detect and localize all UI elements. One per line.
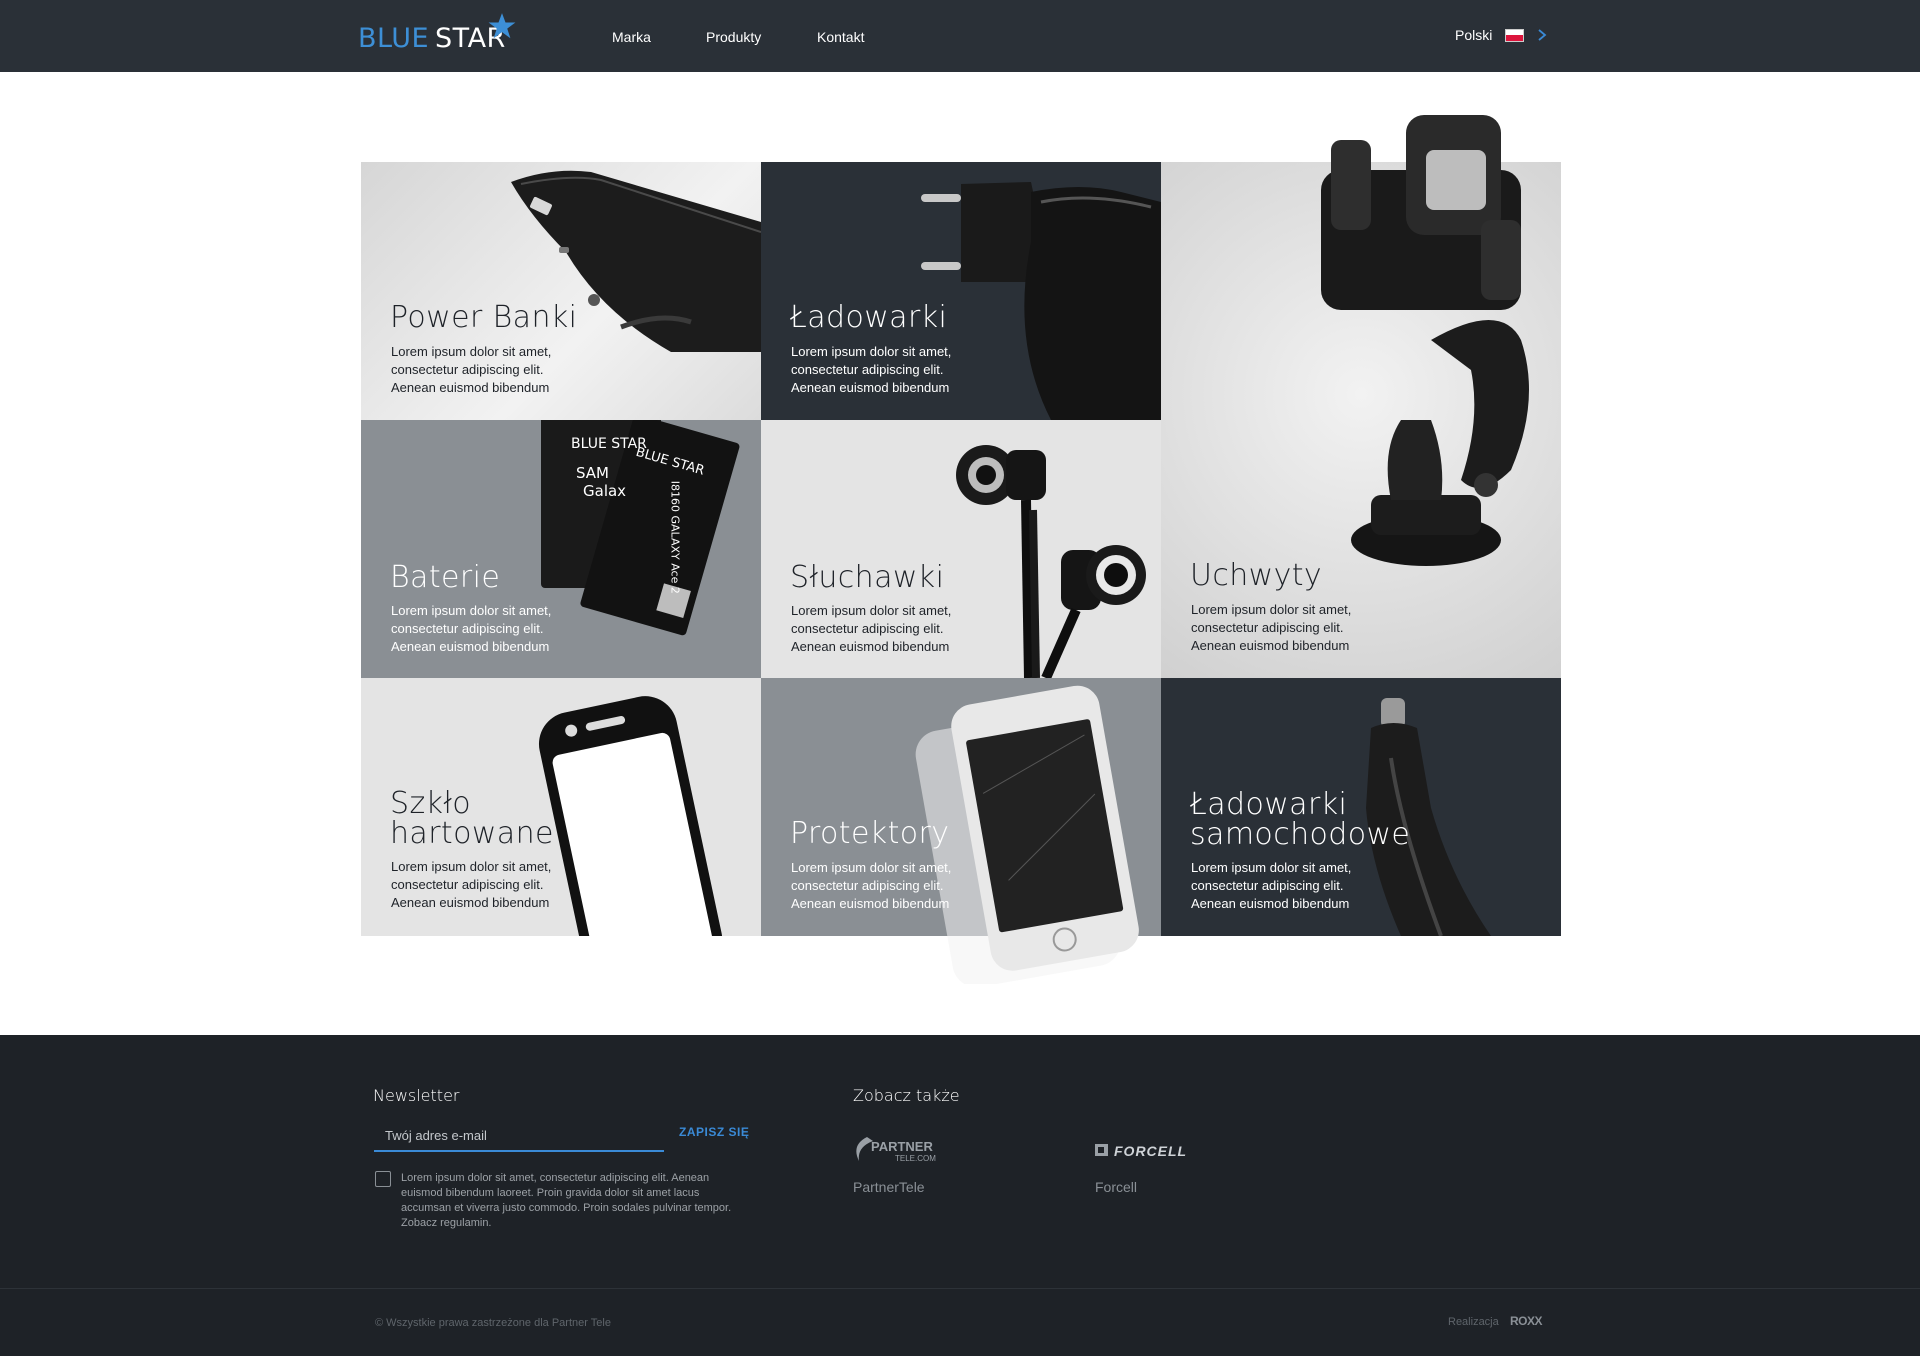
svg-text:PARTNER: PARTNER [871, 1139, 933, 1154]
tile-description: Lorem ipsum dolor sit amet, consectetur … [391, 859, 552, 910]
svg-text:FORCELL: FORCELL [1114, 1143, 1187, 1159]
tile-szklo-hartowane[interactable]: Szkło hartowane Lorem ipsum dolor sit am… [361, 678, 761, 936]
partnertele-logo[interactable]: PARTNER TELE.COM [853, 1135, 943, 1170]
svg-text:TELE.COM: TELE.COM [895, 1154, 936, 1163]
chevron-right-icon [1538, 29, 1547, 41]
tile-description: Lorem ipsum dolor sit amet, consectetur … [1191, 860, 1352, 911]
language-selector[interactable]: Polski [1455, 27, 1548, 43]
site-header: BLUE STAR Marka Produkty Kontakt Polski [0, 0, 1920, 72]
svg-text:SAM: SAM [576, 464, 609, 482]
tile-title: Power Banki [390, 300, 578, 335]
tile-description: Lorem ipsum dolor sit amet, consectetur … [391, 344, 552, 395]
tile-title: Ładowarki [790, 300, 948, 335]
logo-text-blue: BLUE [358, 23, 430, 54]
newsletter-heading: Newsletter [373, 1086, 460, 1105]
partner-name[interactable]: PartnerTele [853, 1179, 925, 1195]
tile-title: Uchwyty [1190, 558, 1323, 593]
nav-marka[interactable]: Marka [612, 29, 651, 45]
roxx-logo[interactable]: ROXX [1510, 1314, 1543, 1328]
tile-power-banki[interactable]: Power Banki Lorem ipsum dolor sit amet, … [361, 162, 761, 420]
language-label: Polski [1455, 27, 1493, 43]
tile-uchwyty[interactable]: Uchwyty Lorem ipsum dolor sit amet, cons… [1161, 115, 1561, 678]
nav-produkty[interactable]: Produkty [706, 29, 761, 45]
star-icon [488, 13, 516, 39]
email-input[interactable] [374, 1120, 664, 1152]
tile-baterie[interactable]: BLUE STAR I8160 GALAXY Ace 2 BLUE STAR S… [361, 420, 761, 678]
tile-title-line2: hartowane [390, 816, 554, 851]
tile-title: Baterie [390, 560, 501, 595]
tile-description: Lorem ipsum dolor sit amet, consectetur … [791, 860, 952, 911]
see-also-heading: Zobacz także [853, 1086, 960, 1105]
tile-description: Lorem ipsum dolor sit amet, consectetur … [791, 344, 952, 395]
tile-title: Słuchawki [790, 560, 945, 595]
forcell-logo[interactable]: FORCELL [1095, 1141, 1225, 1164]
car-holder-image [1321, 115, 1529, 566]
tile-title-line1: Ładowarki [1190, 787, 1348, 822]
footer-divider [0, 1288, 1920, 1289]
tile-title-line2: samochodowe [1190, 817, 1411, 852]
subscribe-button[interactable]: ZAPISZ SIĘ [679, 1125, 749, 1139]
credit-label: Realizacja [1448, 1316, 1499, 1328]
product-category-grid: Power Banki Lorem ipsum dolor sit amet, … [361, 115, 1561, 984]
tile-sluchawki[interactable]: Słuchawki Lorem ipsum dolor sit amet, co… [761, 420, 1161, 678]
partner-name[interactable]: Forcell [1095, 1179, 1137, 1195]
tile-protektory[interactable]: Protektory Lorem ipsum dolor sit amet, c… [761, 678, 1161, 984]
svg-text:Galax: Galax [583, 482, 626, 500]
copyright-text: © Wszystkie prawa zastrzeżone dla Partne… [375, 1317, 611, 1329]
nav-kontakt[interactable]: Kontakt [817, 29, 864, 45]
tile-ladowarki-samochodowe[interactable]: Ładowarki samochodowe Lorem ipsum dolor … [1161, 678, 1561, 936]
consent-checkbox[interactable] [375, 1171, 391, 1187]
svg-text:BLUE STAR: BLUE STAR [571, 436, 647, 452]
tile-description: Lorem ipsum dolor sit amet, consectetur … [1191, 602, 1352, 653]
svg-text:I8160 GALAXY Ace 2: I8160 GALAXY Ace 2 [669, 481, 682, 594]
poland-flag-icon [1505, 28, 1525, 42]
bluestar-logo[interactable]: BLUE STAR [358, 13, 516, 54]
tile-title-line1: Szkło [390, 786, 472, 821]
tile-description: Lorem ipsum dolor sit amet, consectetur … [391, 603, 552, 654]
site-footer: Newsletter ZAPISZ SIĘ Lorem ipsum dolor … [0, 1035, 1920, 1356]
tile-ladowarki[interactable]: Ładowarki Lorem ipsum dolor sit amet, co… [761, 162, 1161, 420]
tile-description: Lorem ipsum dolor sit amet, consectetur … [791, 603, 952, 654]
tile-title: Protektory [790, 816, 950, 851]
consent-text: Lorem ipsum dolor sit amet, consectetur … [401, 1172, 732, 1229]
